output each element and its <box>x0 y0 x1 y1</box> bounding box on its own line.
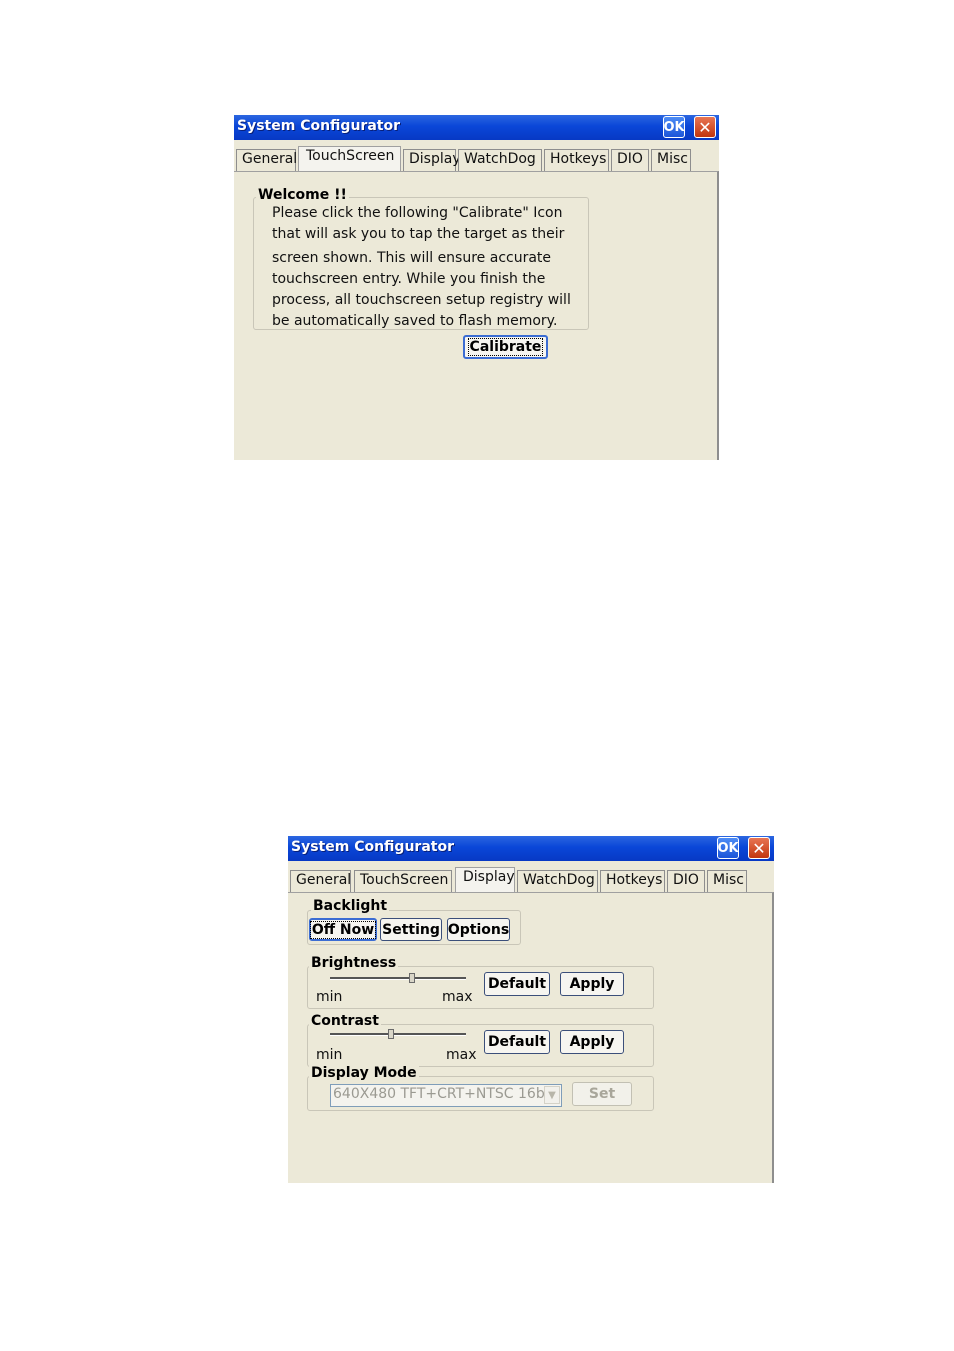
ok-button[interactable]: OK <box>717 837 739 859</box>
title-bar: System Configurator OK ✕ <box>288 836 774 861</box>
contrast-label: Contrast <box>309 1013 381 1029</box>
tab-hotkeys[interactable]: Hotkeys <box>544 149 609 171</box>
tab-display[interactable]: Display <box>403 149 461 171</box>
tab-general[interactable]: General <box>290 870 351 892</box>
display-mode-select[interactable]: 640X480 TFT+CRT+NTSC 16b ▼ <box>330 1084 562 1107</box>
brightness-apply-button[interactable]: Apply <box>560 972 624 996</box>
tab-watchdog[interactable]: WatchDog <box>458 149 542 171</box>
calibrate-button[interactable]: Calibrate <box>463 335 548 359</box>
ok-button[interactable]: OK <box>663 116 685 138</box>
chevron-down-icon[interactable]: ▼ <box>544 1086 560 1104</box>
tab-touchscreen[interactable]: TouchScreen <box>298 146 401 171</box>
brightness-slider-track[interactable] <box>330 977 466 980</box>
display-panel: Backlight Off Now Setting Options Bright… <box>288 892 774 1183</box>
brightness-min-label: min <box>316 989 343 1005</box>
system-configurator-window-display: System Configurator OK ✕ General TouchSc… <box>288 836 774 1183</box>
tab-display[interactable]: Display <box>455 867 515 892</box>
window-title: System Configurator <box>237 118 400 134</box>
contrast-default-button[interactable]: Default <box>484 1030 550 1054</box>
tab-misc[interactable]: Misc <box>707 870 747 892</box>
backlight-label: Backlight <box>311 898 390 914</box>
contrast-apply-button[interactable]: Apply <box>560 1030 624 1054</box>
off-now-label: Off Now <box>309 920 377 939</box>
tab-watchdog[interactable]: WatchDog <box>517 870 598 892</box>
welcome-line: be automatically saved to flash memory. <box>272 313 558 329</box>
tab-dio[interactable]: DIO <box>611 149 649 171</box>
tab-bar: General TouchScreen Display WatchDog Hot… <box>234 146 719 172</box>
welcome-line: touchscreen entry. While you finish the <box>272 271 546 287</box>
calibrate-label: Calibrate <box>467 338 544 356</box>
welcome-line: that will ask you to tap the target as t… <box>272 226 565 242</box>
contrast-max-label: max <box>446 1047 477 1063</box>
display-mode-label: Display Mode <box>309 1065 419 1081</box>
tab-touchscreen[interactable]: TouchScreen <box>354 870 452 892</box>
welcome-line: Please click the following "Calibrate" I… <box>272 205 563 221</box>
welcome-line: screen shown. This will ensure accurate <box>272 250 552 266</box>
brightness-default-button[interactable]: Default <box>484 972 550 996</box>
close-button[interactable]: ✕ <box>694 116 716 138</box>
contrast-slider-thumb[interactable] <box>388 1029 395 1039</box>
contrast-min-label: min <box>316 1047 343 1063</box>
window-title: System Configurator <box>291 839 454 855</box>
tab-general[interactable]: General <box>236 149 297 171</box>
title-bar: System Configurator OK ✕ <box>234 115 719 140</box>
welcome-heading: Welcome !! <box>256 187 349 203</box>
touchscreen-panel: Welcome !! Please click the following "C… <box>234 171 719 460</box>
backlight-off-now-button[interactable]: Off Now <box>309 918 377 941</box>
backlight-options-button[interactable]: Options <box>447 918 510 941</box>
tab-hotkeys[interactable]: Hotkeys <box>600 870 665 892</box>
brightness-max-label: max <box>442 989 473 1005</box>
close-button[interactable]: ✕ <box>748 837 770 859</box>
system-configurator-window-touchscreen: System Configurator OK ✕ General TouchSc… <box>234 115 719 460</box>
contrast-slider-track[interactable] <box>330 1033 466 1036</box>
tab-bar: General TouchScreen Display WatchDog Hot… <box>288 867 774 893</box>
brightness-slider-thumb[interactable] <box>408 973 415 983</box>
display-mode-selected-value: 640X480 TFT+CRT+NTSC 16b <box>333 1086 545 1102</box>
tab-dio[interactable]: DIO <box>667 870 705 892</box>
welcome-line: process, all touchscreen setup registry … <box>272 292 571 308</box>
brightness-label: Brightness <box>309 955 399 971</box>
display-mode-set-button[interactable]: Set <box>572 1082 632 1106</box>
tab-misc[interactable]: Misc <box>651 149 691 171</box>
backlight-setting-button[interactable]: Setting <box>380 918 442 941</box>
